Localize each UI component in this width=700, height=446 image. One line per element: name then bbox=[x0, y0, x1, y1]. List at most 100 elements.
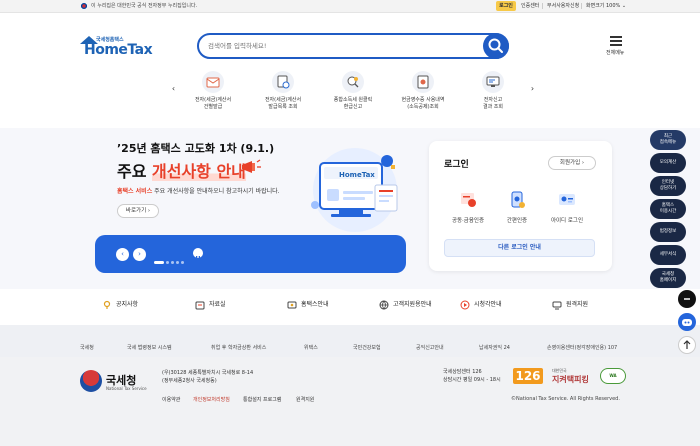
banner-title: ’25년 홈택스 고도화 1차 (9.1.) bbox=[117, 142, 275, 155]
banner-pause-button[interactable] bbox=[193, 248, 203, 260]
login-title: 로그인 bbox=[444, 160, 469, 170]
banner-headline-highlight: 개선사항 안내 bbox=[152, 162, 246, 181]
related-sites-bar bbox=[0, 325, 700, 357]
link-remote[interactable]: 원격지원 bbox=[552, 299, 588, 310]
pager-dot[interactable] bbox=[176, 261, 179, 264]
link-notice[interactable]: 공지사항 bbox=[102, 299, 138, 310]
quick-item-invoice-issue[interactable]: 전자(세금)계산서 건별발급 bbox=[183, 71, 243, 111]
hometax-logo[interactable]: HomeTax bbox=[84, 42, 153, 58]
quick-item-invoice-list[interactable]: 전자(세금)계산서 발급목록 조회 bbox=[253, 71, 313, 111]
banner-screen-logo: HomeTax bbox=[339, 171, 375, 179]
id-login-option[interactable]: 아이디 로그인 bbox=[543, 190, 591, 224]
join-label: 회원가입 bbox=[559, 160, 581, 166]
chevron-down-icon: ⌄ bbox=[620, 3, 627, 9]
related-site-link[interactable]: 국세 법령정보 시스템 bbox=[127, 344, 172, 351]
headset-icon bbox=[379, 300, 389, 310]
certificate-icon bbox=[458, 190, 478, 210]
side-tax-forms[interactable]: 세무서식 bbox=[650, 245, 686, 265]
quick-item-label: 종합소득세 원클릭 환급신고 bbox=[333, 97, 373, 110]
scroll-top-button[interactable] bbox=[678, 336, 696, 354]
banner-desc-highlight: 홈택스 서비스 bbox=[117, 188, 153, 195]
chatbot-button[interactable] bbox=[678, 313, 696, 331]
pager-dot[interactable] bbox=[171, 261, 174, 264]
simple-auth-label: 간편인증 bbox=[506, 218, 528, 224]
search-button[interactable] bbox=[483, 33, 509, 59]
banner-pager[interactable] bbox=[154, 252, 186, 271]
pager-dot[interactable] bbox=[166, 261, 169, 264]
e-filing-result-icon bbox=[482, 71, 504, 93]
privacy-policy-link[interactable]: 개인정보처리방침 bbox=[193, 396, 230, 403]
collapse-side-button[interactable] bbox=[678, 290, 696, 308]
terms-link[interactable]: 이용약관 bbox=[162, 396, 180, 403]
banner-more-button[interactable]: 바로가기 › bbox=[117, 204, 159, 218]
top-login-button[interactable]: 로그인 bbox=[496, 1, 516, 11]
remote-support-link[interactable]: 원격지원 bbox=[296, 396, 314, 403]
side-nts-homepage[interactable]: 국세청 홈페이지 bbox=[650, 268, 686, 288]
cert-center-link[interactable]: 인증센터 bbox=[521, 1, 539, 11]
link-label: 시청각안내 bbox=[474, 301, 502, 308]
tax-campaign-text: 지켜택피킹 bbox=[552, 375, 589, 384]
related-site-link[interactable]: 국세청 bbox=[80, 344, 94, 351]
side-recent-menu[interactable]: 최근 접속메뉴 bbox=[650, 130, 686, 150]
side-law-info[interactable]: 범정정보 bbox=[650, 222, 686, 242]
quick-item-label: 전자(세금)계산서 발급목록 조회 bbox=[264, 97, 302, 110]
other-login-button[interactable]: 다른 로그인 안내 bbox=[444, 239, 595, 257]
tax-campaign-badge: 대한민국 지켜택피킹 bbox=[552, 368, 589, 385]
quick-item-label: 전자신고 결과 조회 bbox=[483, 97, 503, 110]
quick-item-income-tax[interactable]: 종합소득세 원클릭 환급신고 bbox=[323, 71, 383, 111]
link-video[interactable]: 시청각안내 bbox=[460, 299, 502, 310]
cert-login-option[interactable]: 공동·금융인증 bbox=[444, 190, 492, 224]
link-archive[interactable]: 자료실 bbox=[195, 299, 226, 310]
chevron-right-icon: › bbox=[581, 160, 585, 166]
quick-next-button[interactable]: › bbox=[526, 82, 539, 95]
banner-desc-text: 주요 개선사항을 안내하오니 참고하시기 바랍니다. bbox=[152, 188, 280, 195]
quick-item-e-filing[interactable]: 전자신고 결과 조회 bbox=[463, 71, 523, 111]
banner-headline-prefix: 주요 bbox=[117, 162, 153, 181]
link-guide[interactable]: 홈택스안내 bbox=[287, 299, 329, 310]
side-mock-calc[interactable]: 모의계산 bbox=[650, 153, 686, 173]
search-input[interactable] bbox=[208, 40, 468, 52]
folder-icon bbox=[195, 300, 205, 310]
zoom-select[interactable]: 100% ⌄ bbox=[606, 1, 626, 11]
banner-prev-button[interactable]: ‹ bbox=[116, 248, 129, 261]
chevron-left-icon: ‹ bbox=[121, 250, 124, 258]
footer-address: (우)30128 세종특별자치시 국세청로 8-14 (정부세종2청사 국세청동… bbox=[162, 370, 254, 384]
link-support[interactable]: 고객지원용안내 bbox=[379, 299, 432, 310]
arrow-up-icon bbox=[683, 340, 691, 349]
divider bbox=[542, 3, 543, 9]
related-site-link[interactable]: 위택스 bbox=[304, 344, 318, 351]
pager-dot-active[interactable] bbox=[154, 261, 164, 264]
related-site-link[interactable]: 손영이용센터(정각장애인용) 107 bbox=[547, 344, 617, 351]
remote-icon bbox=[552, 300, 562, 310]
related-site-link[interactable]: 공익신고안내 bbox=[416, 344, 444, 351]
id-login-icon bbox=[557, 190, 577, 210]
hamburger-menu-icon[interactable] bbox=[610, 36, 622, 48]
side-hours[interactable]: 홈택스 이용시간 bbox=[650, 199, 686, 219]
related-site-link[interactable]: 납세자권익 24 bbox=[479, 344, 510, 351]
related-site-link[interactable]: 국민건강보험 bbox=[353, 344, 381, 351]
korea-flag-icon bbox=[80, 3, 88, 9]
web-accessibility-badge: WA bbox=[600, 368, 626, 384]
chatbot-icon bbox=[682, 319, 692, 326]
quick-item-label: 현금영수증 사용내역 (소득공제)조회 bbox=[401, 97, 445, 110]
income-tax-refund-icon bbox=[342, 71, 364, 93]
side-online-consult[interactable]: 인터넷 상담하기 bbox=[650, 176, 686, 196]
quick-prev-button[interactable]: ‹ bbox=[167, 82, 180, 95]
banner-next-button[interactable]: › bbox=[133, 248, 146, 261]
all-menu-label[interactable]: 전체메뉴 bbox=[606, 49, 624, 56]
banner-headline: 주요 개선사항 안내 bbox=[117, 158, 246, 182]
guide-icon bbox=[287, 300, 297, 310]
staff-access-link[interactable]: 부서사용자신청 bbox=[547, 1, 579, 11]
chevron-right-icon: › bbox=[147, 208, 151, 214]
related-site-link[interactable]: 취업 후 학자금상환 서비스 bbox=[211, 344, 266, 351]
simple-auth-icon bbox=[507, 190, 527, 210]
simple-auth-option[interactable]: 간편인증 bbox=[493, 190, 541, 224]
invoice-issue-icon bbox=[202, 71, 224, 93]
install-program-link[interactable]: 통합설지 프로그램 bbox=[243, 396, 281, 403]
nts-emblem-icon bbox=[80, 370, 102, 392]
copyright: ©National Tax Service. All Rights Reserv… bbox=[511, 396, 620, 402]
pager-dot[interactable] bbox=[181, 261, 184, 264]
join-button[interactable]: 회원가입 › bbox=[548, 156, 596, 170]
quick-item-cash-receipt[interactable]: 현금영수증 사용내역 (소득공제)조회 bbox=[393, 71, 453, 111]
zoom-value: 100% bbox=[606, 3, 621, 9]
